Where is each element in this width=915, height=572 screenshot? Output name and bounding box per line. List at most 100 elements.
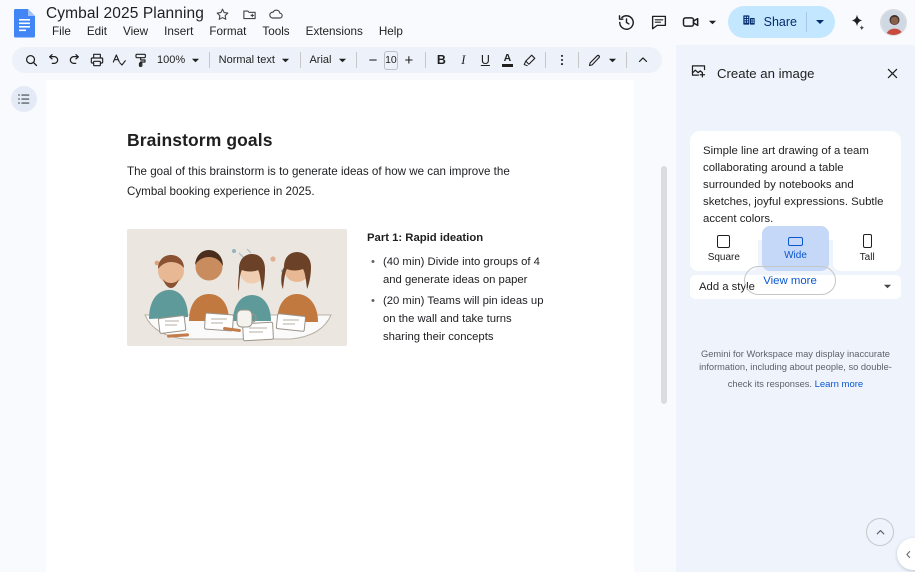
page-title[interactable]: Cymbal 2025 Planning [46, 5, 204, 23]
editing-mode-chevron-down-icon [605, 56, 619, 65]
document-content: Brainstorm goals The goal of this brains… [127, 130, 547, 349]
more-vertical-icon[interactable] [551, 49, 573, 71]
aspect-ratio-wide-label: Wide [784, 250, 807, 261]
toolbar-divider [425, 52, 426, 68]
font-chevron-down-icon [335, 56, 349, 65]
cloud-saved-icon[interactable] [268, 6, 285, 23]
section-heading: Part 1: Rapid ideation [367, 232, 547, 244]
close-icon[interactable] [879, 60, 905, 86]
disclaimer-text: Gemini for Workspace may display inaccur… [690, 348, 901, 391]
share-chevron-down-icon[interactable] [807, 17, 833, 27]
zoom-level: 100% [152, 54, 188, 66]
document-heading: Brainstorm goals [127, 130, 547, 151]
share-button[interactable]: Share [728, 6, 835, 38]
star-icon[interactable] [214, 6, 231, 23]
font-selector[interactable]: Arial [305, 49, 351, 71]
document-title-row: Cymbal 2025 Planning [46, 5, 285, 23]
chevron-up-icon[interactable] [632, 49, 654, 71]
version-history-icon[interactable] [612, 7, 642, 37]
meet-button[interactable] [676, 7, 722, 37]
document-page[interactable]: Brainstorm goals The goal of this brains… [46, 80, 634, 572]
gemini-spark-icon[interactable] [842, 7, 872, 37]
aspect-ratio-tall[interactable]: Tall [833, 226, 901, 271]
toolbar-divider [209, 52, 210, 68]
text-color-swatch [502, 64, 513, 67]
font-size-input[interactable]: 10 [384, 51, 398, 70]
search-icon[interactable] [20, 49, 42, 71]
highlight-icon[interactable] [518, 49, 540, 71]
menu-view[interactable]: View [117, 24, 154, 39]
zoom-chevron-down-icon [188, 56, 202, 65]
document-paragraph: The goal of this brainstorm is to genera… [127, 162, 517, 201]
meet-camera-icon[interactable] [676, 7, 706, 37]
toolbar-divider [578, 52, 579, 68]
list-item: • (40 min) Divide into groups of 4 and g… [371, 253, 547, 289]
tall-rectangle-icon [863, 234, 872, 248]
aspect-ratio-wide[interactable]: Wide [762, 226, 830, 271]
bullet-list: • (40 min) Divide into groups of 4 and g… [371, 253, 547, 346]
document-scrollbar-thumb[interactable] [661, 166, 667, 404]
menu-extensions[interactable]: Extensions [300, 24, 369, 39]
list-item: • (20 min) Teams will pin ideas up on th… [371, 292, 547, 346]
list-item-text: (40 min) Divide into groups of 4 and gen… [383, 253, 547, 289]
toolbar-divider [545, 52, 546, 68]
undo-icon[interactable] [42, 49, 64, 71]
italic-button[interactable]: I [452, 49, 474, 71]
editing-mode-selector[interactable] [583, 49, 621, 71]
avatar[interactable] [880, 9, 907, 36]
text-color-label: A [504, 53, 512, 63]
prompt-text: Simple line art drawing of a team collab… [703, 143, 888, 228]
menu-edit[interactable]: Edit [81, 24, 113, 39]
chevron-down-icon [883, 278, 892, 296]
paint-format-icon[interactable] [130, 49, 152, 71]
spellcheck-icon[interactable] [108, 49, 130, 71]
learn-more-link[interactable]: Learn more [815, 378, 864, 391]
create-image-icon [690, 62, 707, 84]
text-color-button[interactable]: A [496, 49, 518, 71]
list-item-text: (20 min) Teams will pin ideas up on the … [383, 292, 547, 346]
panel-title: Create an image [717, 66, 879, 81]
bullet-marker: • [371, 292, 375, 346]
prompt-input[interactable]: Simple line art drawing of a team collab… [690, 131, 901, 240]
aspect-ratio-square[interactable]: Square [690, 226, 758, 271]
menu-format[interactable]: Format [203, 24, 252, 39]
underline-button[interactable]: U [474, 49, 496, 71]
print-icon[interactable] [86, 49, 108, 71]
aspect-ratio-tall-label: Tall [860, 252, 875, 263]
create-image-panel: Create an image Simple line art drawing … [676, 45, 915, 572]
menu-file[interactable]: File [46, 24, 77, 39]
formatting-toolbar: 100% Normal text Arial − 10 + B I U A [12, 47, 662, 73]
move-to-folder-icon[interactable] [241, 6, 258, 23]
scroll-to-top-button[interactable] [866, 518, 894, 546]
bold-button[interactable]: B [430, 49, 452, 71]
view-more-label: View more [763, 275, 817, 287]
square-icon [717, 235, 730, 248]
docs-logo-icon [12, 8, 38, 38]
zoom-selector[interactable]: 100% [152, 49, 204, 71]
decrease-font-size-button[interactable]: − [362, 49, 384, 71]
redo-icon[interactable] [64, 49, 86, 71]
menu-insert[interactable]: Insert [158, 24, 199, 39]
menu-help[interactable]: Help [373, 24, 409, 39]
paragraph-style-value: Normal text [215, 54, 279, 66]
document-body-row: Part 1: Rapid ideation • (40 min) Divide… [127, 229, 547, 349]
menu-bar: File Edit View Insert Format Tools Exten… [46, 24, 409, 39]
share-button-label: Share [764, 15, 797, 29]
wide-rectangle-icon [788, 237, 803, 246]
meet-chevron-down-icon[interactable] [706, 18, 720, 27]
pen-icon [583, 49, 605, 71]
bullet-marker: • [371, 253, 375, 289]
paragraph-style-selector[interactable]: Normal text [215, 49, 295, 71]
document-canvas: Brainstorm goals The goal of this brains… [46, 80, 671, 572]
toolbar-divider [626, 52, 627, 68]
toolbar-divider [300, 52, 301, 68]
document-inserted-image[interactable] [127, 229, 347, 346]
view-more-button[interactable]: View more [744, 266, 836, 295]
left-rail [0, 80, 46, 572]
menu-tools[interactable]: Tools [256, 24, 295, 39]
document-outline-icon[interactable] [11, 86, 37, 112]
panel-header: Create an image [676, 55, 915, 91]
comment-icon[interactable] [644, 7, 674, 37]
aspect-ratio-group: Square Wide Tall [690, 226, 901, 271]
increase-font-size-button[interactable]: + [398, 49, 420, 71]
